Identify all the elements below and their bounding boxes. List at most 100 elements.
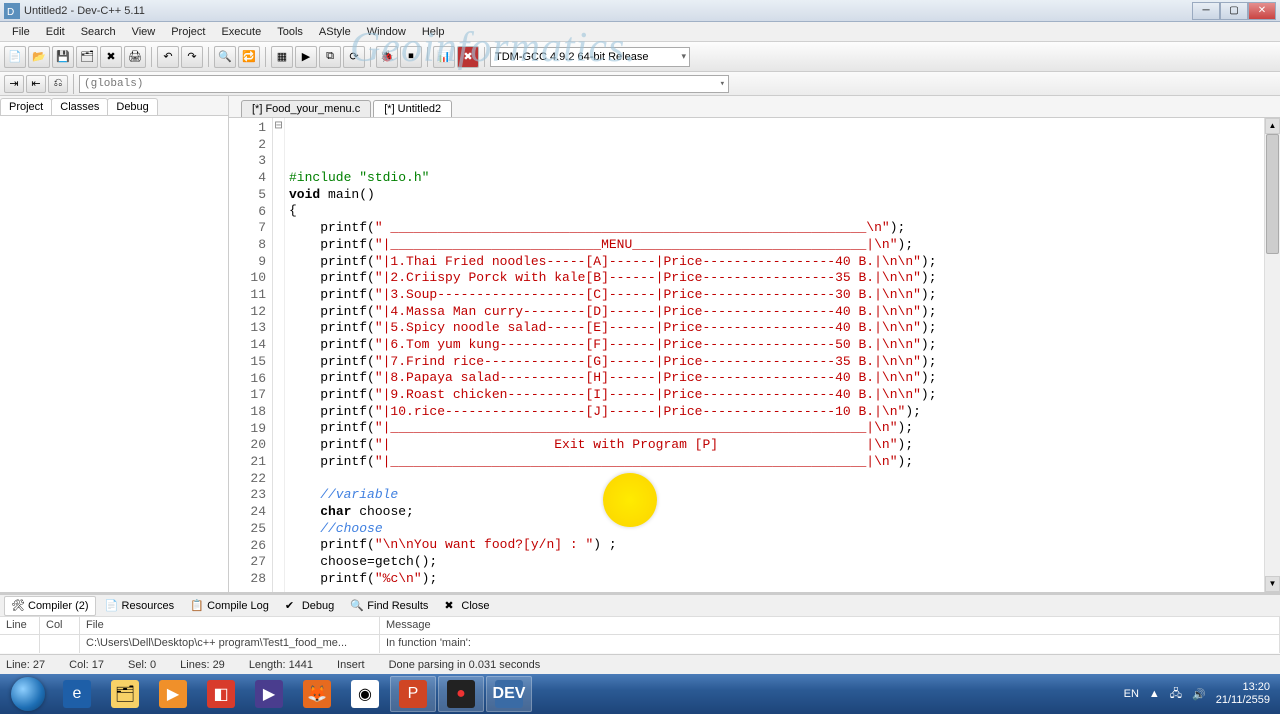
tray-volume-icon[interactable]: 🔊 [1192, 688, 1206, 701]
rebuild-icon[interactable]: ⟳ [343, 46, 365, 68]
debug-icon[interactable]: 🐞 [376, 46, 398, 68]
code-line[interactable]: printf("|2.Criispy Porck with kale[B]---… [289, 270, 1276, 287]
editor-tab[interactable]: [*] Untitled2 [373, 100, 452, 117]
code-line[interactable]: printf("| Exit with Program [P] |\n"); [289, 437, 1276, 454]
menu-help[interactable]: Help [414, 24, 453, 40]
bottom-tab-debug[interactable]: ✔Debug [278, 596, 341, 616]
task-record[interactable]: ● [438, 676, 484, 712]
find-icon[interactable]: 🔍 [214, 46, 236, 68]
menu-edit[interactable]: Edit [38, 24, 73, 40]
task-devcpp[interactable]: DEV [486, 676, 532, 712]
bottom-tab-resources[interactable]: 📄Resources [98, 596, 182, 616]
task-media[interactable]: ▶ [150, 676, 196, 712]
task-app-purple[interactable]: ▶ [246, 676, 292, 712]
new-file-icon[interactable]: 📄 [4, 46, 26, 68]
code-line[interactable] [289, 470, 1276, 487]
scroll-thumb[interactable] [1266, 134, 1279, 254]
stop-icon[interactable]: ⏹ [400, 46, 422, 68]
undo-icon[interactable]: ↶ [157, 46, 179, 68]
bottom-tab-compile-log[interactable]: 📋Compile Log [183, 596, 276, 616]
tray-lang[interactable]: EN [1124, 688, 1139, 700]
statusbar: Line: 27 Col: 17 Sel: 0 Lines: 29 Length… [0, 654, 1280, 674]
code-line[interactable]: printf("|8.Papaya salad-----------[H]---… [289, 370, 1276, 387]
code-line[interactable]: printf(" _______________________________… [289, 220, 1276, 237]
code-line[interactable]: printf("|4.Massa Man curry--------[D]---… [289, 304, 1276, 321]
tab-icon: 📄 [105, 599, 119, 613]
menu-file[interactable]: File [4, 24, 38, 40]
goto-bookmark-icon[interactable]: ⇥ [4, 75, 24, 93]
vertical-scrollbar[interactable]: ▲ ▼ [1264, 118, 1280, 592]
close-file-icon[interactable]: ✖ [100, 46, 122, 68]
close-button[interactable]: ✕ [1248, 2, 1276, 20]
menu-window[interactable]: Window [359, 24, 414, 40]
editor-tab[interactable]: [*] Food_your_menu.c [241, 100, 371, 117]
code-line[interactable]: printf("%c\n"); [289, 571, 1276, 588]
start-button[interactable] [4, 676, 52, 712]
menu-tools[interactable]: Tools [269, 24, 311, 40]
task-powerpoint[interactable]: P [390, 676, 436, 712]
maximize-button[interactable]: ▢ [1220, 2, 1248, 20]
code-line[interactable]: printf("|7.Frind rice-------------[G]---… [289, 354, 1276, 371]
profile-icon[interactable]: 📊 [433, 46, 455, 68]
code-line[interactable]: printf("|___________________________MENU… [289, 237, 1276, 254]
code-line[interactable]: { [289, 203, 1276, 220]
side-tab-project[interactable]: Project [0, 98, 52, 115]
menu-search[interactable]: Search [73, 24, 124, 40]
fold-gutter[interactable]: ⊟ [273, 118, 285, 592]
compile-icon[interactable]: ▦ [271, 46, 293, 68]
replace-icon[interactable]: 🔁 [238, 46, 260, 68]
goto-icon[interactable]: ⎌ [48, 75, 68, 93]
side-tab-classes[interactable]: Classes [51, 98, 108, 115]
code-line[interactable]: printf("|6.Tom yum kung-----------[F]---… [289, 337, 1276, 354]
bottom-tab-close[interactable]: ✖Close [437, 596, 496, 616]
bottom-tab-find-results[interactable]: 🔍Find Results [343, 596, 435, 616]
redo-icon[interactable]: ↷ [181, 46, 203, 68]
scroll-up-icon[interactable]: ▲ [1265, 118, 1280, 134]
open-icon[interactable]: 📂 [28, 46, 50, 68]
code-line[interactable]: printf("|10.rice------------------[J]---… [289, 404, 1276, 421]
task-chrome[interactable]: ◉ [342, 676, 388, 712]
bottom-tab-compiler-[interactable]: 🛠Compiler (2) [4, 596, 96, 616]
tray-flag-icon[interactable]: ▲ [1149, 688, 1160, 700]
tray-clock[interactable]: 13:2021/11/2559 [1216, 681, 1270, 707]
task-firefox[interactable]: 🦊 [294, 676, 340, 712]
side-tab-debug[interactable]: Debug [107, 98, 157, 115]
code-line[interactable]: printf("|9.Roast chicken----------[I]---… [289, 387, 1276, 404]
code-line[interactable]: printf("|1.Thai Fried noodles-----[A]---… [289, 254, 1276, 271]
task-explorer[interactable]: 🗂 [102, 676, 148, 712]
tray-network-icon[interactable]: 🖧 [1170, 685, 1182, 704]
code-line[interactable]: #include "stdio.h" [289, 170, 1276, 187]
code-content[interactable]: #include "stdio.h"void main(){ printf(" … [285, 118, 1280, 592]
menu-astyle[interactable]: AStyle [311, 24, 359, 40]
save-all-icon[interactable]: 🗂 [76, 46, 98, 68]
code-line[interactable] [289, 587, 1276, 592]
code-line[interactable]: printf("|_______________________________… [289, 454, 1276, 471]
compiler-grid-row[interactable]: C:\Users\Dell\Desktop\c++ program\Test1_… [0, 635, 1280, 653]
task-ie[interactable]: e [54, 676, 100, 712]
code-line[interactable]: char choose; [289, 504, 1276, 521]
code-editor[interactable]: 1234567891011121314151617181920212223242… [229, 118, 1280, 592]
code-line[interactable]: //variable [289, 487, 1276, 504]
print-icon[interactable]: 🖨 [124, 46, 146, 68]
run-icon[interactable]: ▶ [295, 46, 317, 68]
code-line[interactable]: choose=getch(); [289, 554, 1276, 571]
compiler-select[interactable]: TDM-GCC 4.9.2 64-bit Release [490, 47, 690, 67]
toggle-bookmark-icon[interactable]: ⇤ [26, 75, 46, 93]
code-line[interactable]: printf("|_______________________________… [289, 420, 1276, 437]
code-line[interactable]: //choose [289, 521, 1276, 538]
code-line[interactable]: printf("|3.Soup-------------------[C]---… [289, 287, 1276, 304]
scope-select[interactable]: (globals) [79, 75, 729, 93]
code-line[interactable]: printf("\n\nYou want food?[y/n] : ") ; [289, 537, 1276, 554]
compile-run-icon[interactable]: ⧉ [319, 46, 341, 68]
system-tray[interactable]: EN ▲ 🖧 🔊 13:2021/11/2559 [1124, 681, 1276, 707]
save-icon[interactable]: 💾 [52, 46, 74, 68]
scroll-down-icon[interactable]: ▼ [1265, 576, 1280, 592]
menu-execute[interactable]: Execute [213, 24, 269, 40]
task-app-red[interactable]: ◧ [198, 676, 244, 712]
code-line[interactable]: void main() [289, 187, 1276, 204]
profile2-icon[interactable]: ✖ [457, 46, 479, 68]
menu-view[interactable]: View [124, 24, 164, 40]
minimize-button[interactable]: ─ [1192, 2, 1220, 20]
menu-project[interactable]: Project [163, 24, 213, 40]
code-line[interactable]: printf("|5.Spicy noodle salad-----[E]---… [289, 320, 1276, 337]
